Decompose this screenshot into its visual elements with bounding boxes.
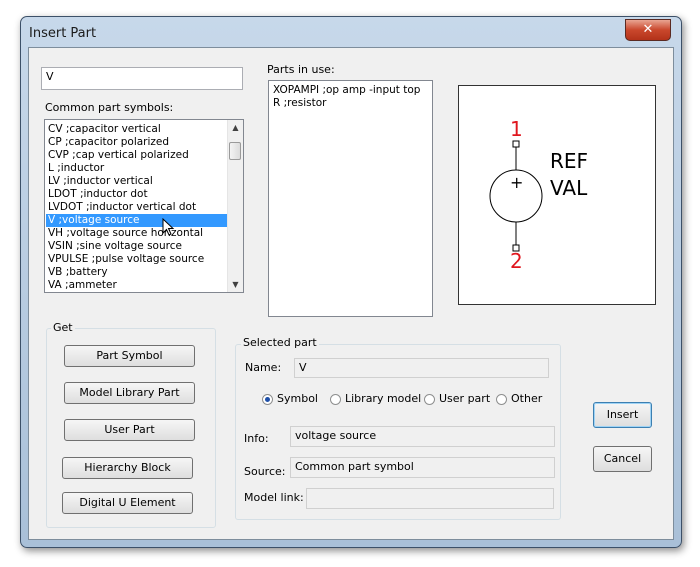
scroll-up-icon[interactable]: ▲ bbox=[228, 120, 243, 135]
list-item[interactable]: VSIN ;sine voltage source bbox=[46, 240, 227, 253]
pin1-terminal bbox=[512, 140, 520, 148]
symbol-preview: + 1 2 REF VAL bbox=[458, 85, 656, 305]
list-item[interactable]: R ;resistor bbox=[271, 97, 420, 110]
pin2-number: 2 bbox=[510, 249, 523, 273]
model-link-label: Model link: bbox=[244, 491, 304, 504]
parts-in-use-list[interactable]: XOPAMPI ;op amp -input top R ;resistor bbox=[268, 80, 433, 317]
cancel-button[interactable]: Cancel bbox=[593, 446, 652, 472]
list-item[interactable]: CVP ;cap vertical polarized bbox=[46, 149, 227, 162]
get-group-label: Get bbox=[51, 321, 75, 334]
close-icon: ✕ bbox=[642, 22, 654, 37]
scroll-down-icon[interactable]: ▼ bbox=[228, 277, 243, 292]
list-item[interactable]: L ;inductor bbox=[46, 162, 227, 175]
list-item[interactable]: VH ;voltage source horizontal bbox=[46, 227, 227, 240]
list-item[interactable]: VA ;ammeter bbox=[46, 279, 227, 292]
window-title: Insert Part bbox=[29, 26, 97, 41]
mouse-cursor-icon bbox=[162, 218, 175, 236]
user-part-button[interactable]: User Part bbox=[64, 419, 195, 441]
selected-part-group-label: Selected part bbox=[241, 336, 319, 349]
source-field[interactable]: Common part symbol bbox=[290, 457, 555, 478]
radio-unchecked-icon bbox=[330, 393, 341, 405]
pin1-number: 1 bbox=[510, 117, 523, 141]
ref-designator: REF bbox=[550, 149, 589, 173]
digital-u-element-button[interactable]: Digital U Element bbox=[62, 492, 193, 514]
part-name-input[interactable]: V bbox=[41, 67, 243, 90]
info-field[interactable]: voltage source bbox=[290, 426, 555, 447]
radio-unchecked-icon bbox=[496, 393, 507, 405]
list-item[interactable]: LV ;inductor vertical bbox=[46, 175, 227, 188]
list-item[interactable]: VPULSE ;pulse voltage source bbox=[46, 253, 227, 266]
common-list-scrollbar[interactable]: ▲ ▼ bbox=[227, 120, 243, 292]
list-item[interactable]: XOPAMPI ;op amp -input top bbox=[271, 84, 420, 97]
radio-user-part[interactable]: User part bbox=[424, 392, 490, 406]
scroll-thumb[interactable] bbox=[229, 142, 241, 160]
insert-button[interactable]: Insert bbox=[593, 402, 652, 428]
list-item[interactable]: CV ;capacitor vertical bbox=[46, 123, 227, 136]
common-part-list[interactable]: CV ;capacitor vertical CP ;capacitor pol… bbox=[44, 119, 244, 293]
list-item[interactable]: VB ;battery bbox=[46, 266, 227, 279]
common-part-symbols-label: Common part symbols: bbox=[45, 101, 174, 114]
radio-label: Symbol bbox=[277, 392, 318, 405]
model-library-part-button[interactable]: Model Library Part bbox=[64, 382, 195, 404]
parts-in-use-label: Parts in use: bbox=[267, 63, 335, 76]
source-label: Source: bbox=[244, 465, 286, 478]
radio-label: User part bbox=[439, 392, 491, 405]
plus-sign: + bbox=[510, 173, 524, 192]
radio-other[interactable]: Other bbox=[496, 392, 542, 406]
model-link-field[interactable] bbox=[306, 488, 554, 509]
radio-library-model[interactable]: Library model bbox=[330, 392, 421, 406]
radio-checked-icon bbox=[262, 393, 273, 405]
list-item[interactable]: LVDOT ;inductor vertical dot bbox=[46, 201, 227, 214]
radio-label: Library model bbox=[345, 392, 422, 405]
name-label: Name: bbox=[245, 361, 282, 374]
radio-symbol[interactable]: Symbol bbox=[262, 392, 318, 406]
parts-in-use-items: XOPAMPI ;op amp -input top R ;resistor bbox=[271, 84, 420, 110]
radio-unchecked-icon bbox=[424, 393, 435, 405]
part-symbol-button[interactable]: Part Symbol bbox=[64, 345, 195, 367]
list-item[interactable]: CP ;capacitor polarized bbox=[46, 136, 227, 149]
list-item[interactable]: LDOT ;inductor dot bbox=[46, 188, 227, 201]
close-button[interactable]: ✕ bbox=[625, 19, 671, 41]
list-item[interactable]: V ;voltage source bbox=[46, 214, 227, 227]
dialog-body: V Common part symbols: CV ;capacitor ver… bbox=[28, 47, 674, 540]
value-label: VAL bbox=[550, 176, 588, 200]
info-label: Info: bbox=[244, 432, 269, 445]
radio-label: Other bbox=[511, 392, 543, 405]
common-part-items: CV ;capacitor vertical CP ;capacitor pol… bbox=[46, 123, 227, 292]
hierarchy-block-button[interactable]: Hierarchy Block bbox=[62, 457, 193, 479]
name-field[interactable]: V bbox=[294, 358, 549, 378]
insert-part-window: Insert Part ✕ V Common part symbols: CV … bbox=[20, 16, 682, 548]
